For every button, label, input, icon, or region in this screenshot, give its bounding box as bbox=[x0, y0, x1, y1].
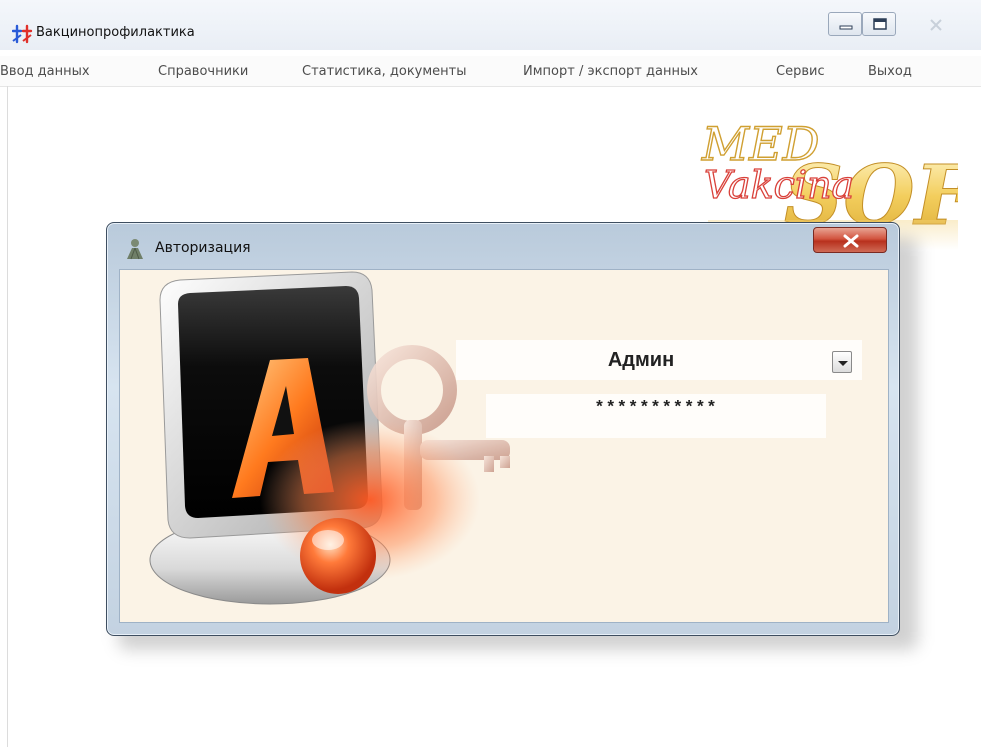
dialog-title: Авторизация bbox=[155, 240, 251, 256]
auth-dialog: Авторизация Админ *********** bbox=[106, 222, 900, 636]
logo-vakcina-text: Vakcina bbox=[704, 163, 854, 207]
app-window: Вакцинопрофилактика Ввод данных Справочн… bbox=[0, 0, 981, 747]
window-controls bbox=[828, 12, 978, 38]
user-icon bbox=[123, 237, 147, 261]
menu-bar: Ввод данных Справочники Статистика, доку… bbox=[0, 56, 981, 87]
dialog-close-button[interactable] bbox=[813, 227, 887, 253]
maximize-button[interactable] bbox=[862, 12, 896, 36]
minimize-button[interactable] bbox=[828, 12, 862, 36]
close-window-button[interactable] bbox=[906, 12, 966, 36]
dialog-body: Админ *********** bbox=[119, 269, 889, 623]
app-icon bbox=[11, 24, 34, 44]
menu-import-export[interactable]: Импорт / экспорт данных bbox=[523, 64, 698, 79]
menu-exit[interactable]: Выход bbox=[868, 64, 912, 79]
menu-reference[interactable]: Справочники bbox=[158, 64, 248, 79]
menu-service[interactable]: Сервис bbox=[776, 64, 825, 79]
user-dropdown-button[interactable] bbox=[832, 351, 852, 373]
user-select[interactable]: Админ bbox=[456, 340, 862, 380]
password-input[interactable]: *********** bbox=[486, 394, 826, 438]
user-select-value: Админ bbox=[607, 349, 675, 371]
menu-statistics[interactable]: Статистика, документы bbox=[302, 64, 467, 79]
title-bar: Вакцинопрофилактика bbox=[0, 0, 981, 50]
window-title: Вакцинопрофилактика bbox=[36, 25, 195, 40]
login-illustration bbox=[120, 270, 540, 622]
menu-data-entry[interactable]: Ввод данных bbox=[0, 64, 90, 79]
